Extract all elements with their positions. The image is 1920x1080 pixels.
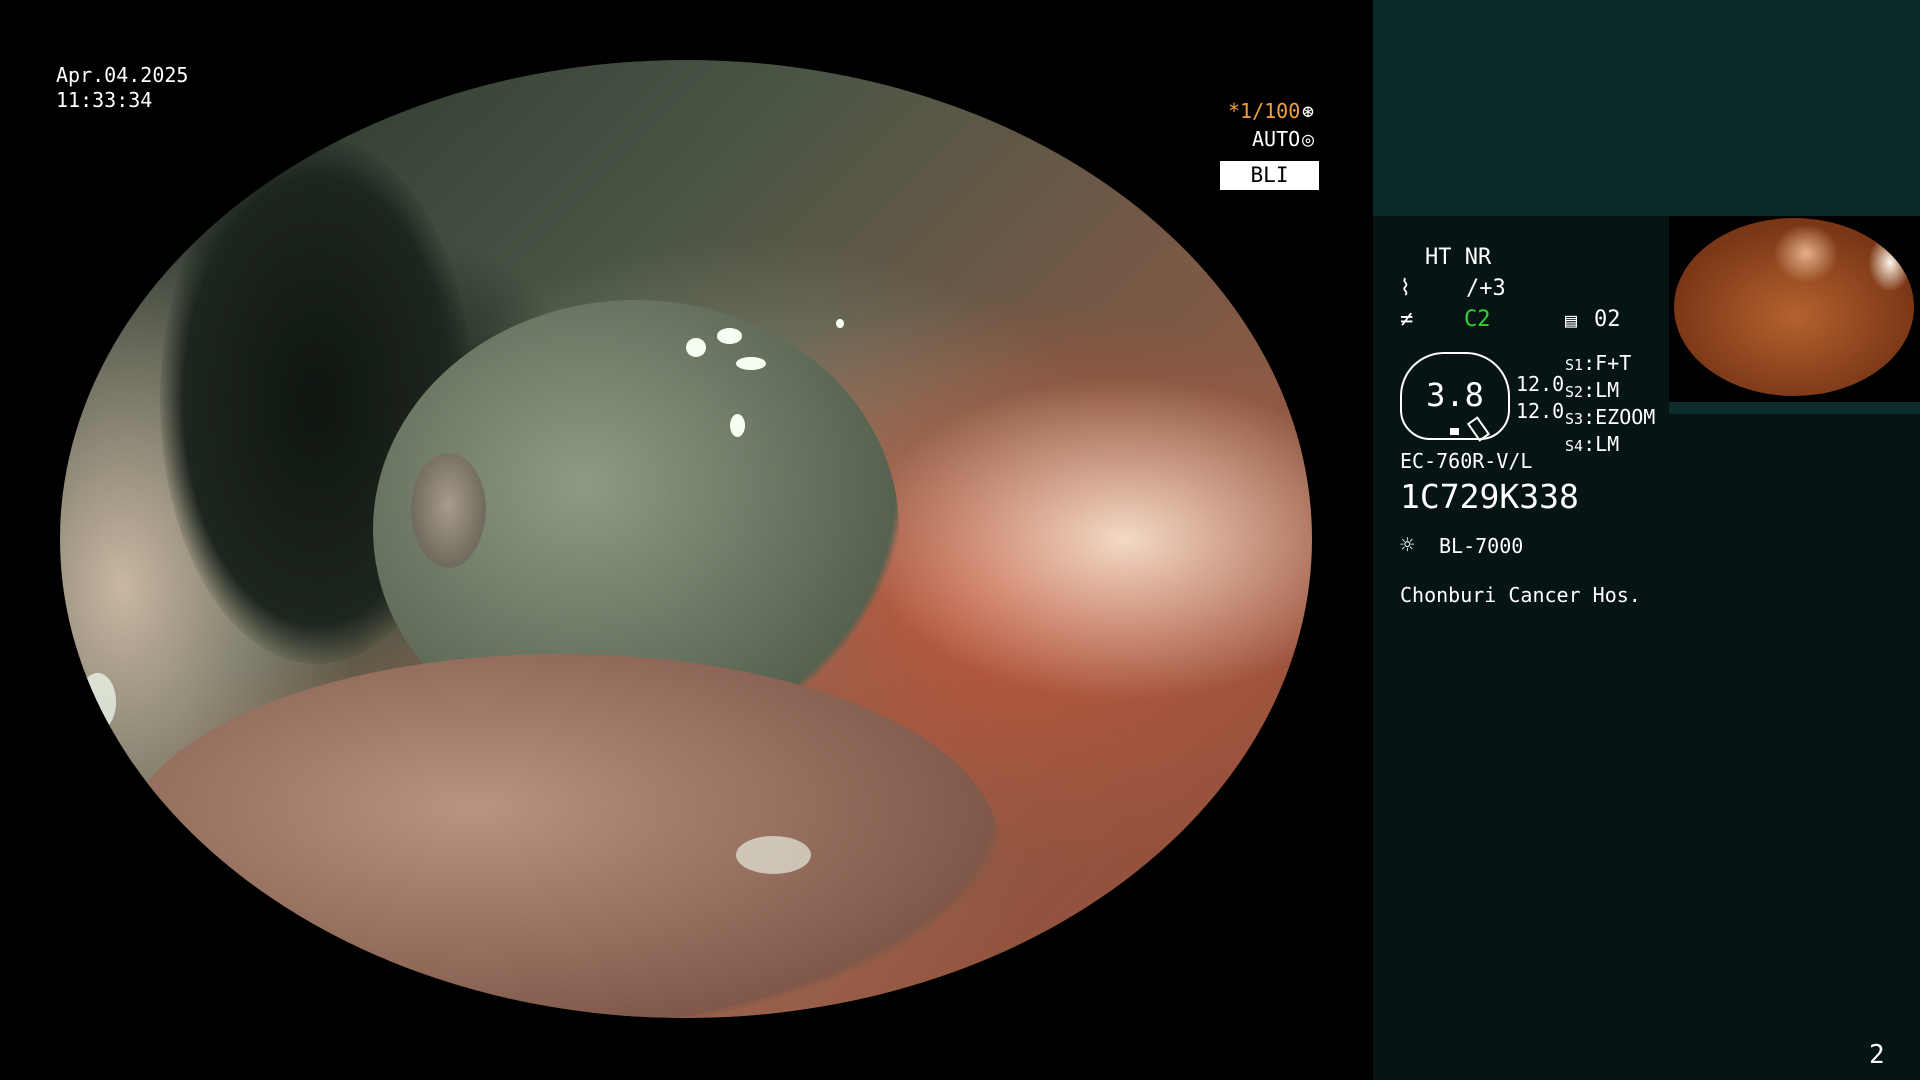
page-number: 2 [1869,1040,1885,1070]
iris-icon: ◎ [1302,127,1315,151]
zoom-marker [1450,428,1459,435]
switch-item: S2:LM [1565,378,1620,402]
light-source: BL-7000 [1439,534,1524,558]
specular-highlight [836,318,844,329]
iris-mode: AUTO [1252,127,1301,151]
mode-badge: BLI [1220,161,1319,190]
structure-icon: ⌇ [1400,276,1411,301]
thumbnail-caption-bar [1669,402,1920,414]
switch-list: S1:F+T S2:LM S3:EZOOM S4:LM [1565,351,1655,459]
color-value: C2 [1464,307,1491,332]
scope-serial: 1C729K338 [1400,477,1579,516]
switch-item: S4:LM [1565,432,1620,456]
structure-value: /+3 [1466,276,1506,301]
enhance-status: HT NR [1425,245,1492,270]
zoom-indicator: 3.8 [1400,352,1510,442]
page-value: 02 [1594,307,1621,332]
light-source-icon: ☼ [1400,531,1415,559]
switch-item: S1:F+T [1565,351,1632,375]
page-icon: ▤ [1565,308,1578,332]
specular-highlight [78,673,117,731]
specular-highlight [729,414,745,438]
zoom-value: 3.8 [1426,376,1484,414]
scope-model: EC-760R-V/L [1400,449,1533,473]
scale-value-2: 12.0 [1516,399,1565,423]
mucosal-fold-lower [122,653,999,1018]
shutter-speed: *1/100 [1228,99,1301,123]
specular-highlight [686,337,707,357]
thumbnail-image [1674,218,1914,396]
hospital-name: Chonburi Cancer Hos. [1400,583,1641,607]
specular-highlight [717,328,743,344]
endoscope-view [60,60,1312,1018]
aperture-icon: ⊛ [1302,99,1315,123]
reference-thumbnail [1669,216,1920,402]
panel-header [1373,0,1920,216]
switch-item: S3:EZOOM [1565,405,1656,429]
polyp-region [410,452,486,568]
zoom-needle [1466,416,1491,442]
capture-time: 11:33:34 [56,88,153,112]
scale-value-1: 12.0 [1516,372,1565,396]
color-enhance-icon: ≠ [1400,307,1414,332]
capture-date: Apr.04.2025 [56,63,189,87]
